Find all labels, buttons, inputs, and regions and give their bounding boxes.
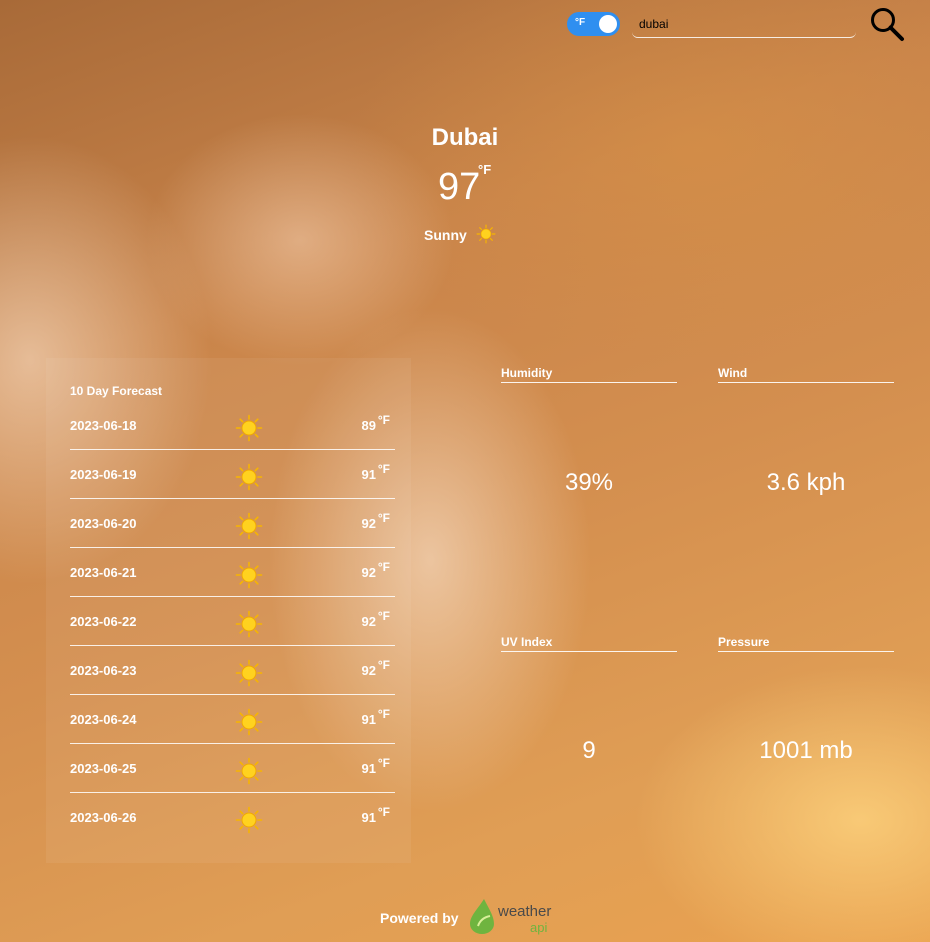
unit-toggle[interactable]: °F — [567, 12, 620, 36]
forecast-date: 2023-06-21 — [70, 565, 137, 580]
search-icon[interactable] — [869, 6, 905, 42]
forecast-temp: 92 — [361, 614, 376, 629]
forecast-temp-unit: °F — [377, 707, 390, 721]
weatherapi-logo[interactable]: weather api — [468, 896, 554, 936]
forecast-row: 2023-06-18 89 °F — [70, 401, 395, 450]
humidity-value: 39% — [564, 469, 614, 496]
forecast-row: 2023-06-22 92 °F — [70, 597, 395, 646]
forecast-date: 2023-06-25 — [70, 761, 137, 776]
forecast-temp: 92 — [361, 516, 376, 531]
current-temperature-unit: °F — [478, 162, 492, 177]
search-input[interactable] — [632, 10, 856, 38]
forecast-temp: 91 — [361, 712, 376, 727]
forecast-row: 2023-06-19 91 °F — [70, 450, 395, 499]
forecast-row: 2023-06-24 91 °F — [70, 695, 395, 744]
humidity-label: Humidity — [501, 366, 677, 383]
forecast-temp: 89 — [361, 418, 376, 433]
pressure-value: 1001 mb — [759, 737, 853, 764]
sun-icon — [235, 757, 263, 785]
sun-icon — [235, 659, 263, 687]
toggle-unit-label: °F — [575, 17, 586, 28]
sun-icon — [235, 806, 263, 834]
forecast-date: 2023-06-23 — [70, 663, 137, 678]
forecast-temp-unit: °F — [377, 560, 390, 574]
powered-by-label: Powered by — [380, 910, 459, 926]
current-condition: Sunny — [424, 227, 467, 243]
sun-icon — [235, 708, 263, 736]
forecast-row: 2023-06-25 91 °F — [70, 744, 395, 793]
wind-label: Wind — [718, 366, 894, 383]
forecast-temp-unit: °F — [377, 756, 390, 770]
forecast-row: 2023-06-26 91 °F — [70, 793, 395, 841]
forecast-temp: 91 — [361, 467, 376, 482]
forecast-temp-unit: °F — [377, 805, 390, 819]
toggle-knob — [599, 15, 617, 33]
forecast-temp: 92 — [361, 663, 376, 678]
forecast-title: 10 Day Forecast — [70, 384, 163, 398]
sun-icon — [235, 463, 263, 491]
forecast-temp-unit: °F — [377, 413, 390, 427]
sun-icon — [235, 610, 263, 638]
logo-text-api: api — [530, 920, 547, 935]
forecast-row: 2023-06-21 92 °F — [70, 548, 395, 597]
current-temperature: 97 — [438, 166, 481, 208]
forecast-row: 2023-06-23 92 °F — [70, 646, 395, 695]
logo-text-weather: weather — [497, 903, 551, 920]
forecast-temp-unit: °F — [377, 511, 390, 525]
uv-index-value: 9 — [582, 737, 596, 764]
forecast-date: 2023-06-19 — [70, 467, 137, 482]
sun-icon — [235, 414, 263, 442]
forecast-list: 2023-06-18 89 °F 2023-06-19 91 °F 2023-06-20 92… — [70, 401, 395, 841]
sun-icon — [476, 224, 496, 244]
forecast-date: 2023-06-26 — [70, 810, 137, 825]
forecast-date: 2023-06-24 — [70, 712, 137, 727]
forecast-date: 2023-06-22 — [70, 614, 137, 629]
forecast-temp-unit: °F — [377, 609, 390, 623]
sun-icon — [235, 512, 263, 540]
forecast-temp: 91 — [361, 810, 376, 825]
forecast-date: 2023-06-18 — [70, 418, 137, 433]
forecast-temp-unit: °F — [377, 658, 390, 672]
pressure-label: Pressure — [718, 635, 894, 652]
forecast-date: 2023-06-20 — [70, 516, 137, 531]
wind-value: 3.6 kph — [766, 469, 846, 496]
forecast-temp-unit: °F — [377, 462, 390, 476]
city-name: Dubai — [431, 124, 499, 151]
sun-icon — [235, 561, 263, 589]
forecast-temp: 91 — [361, 761, 376, 776]
forecast-row: 2023-06-20 92 °F — [70, 499, 395, 548]
forecast-temp: 92 — [361, 565, 376, 580]
uv-index-label: UV Index — [501, 635, 677, 652]
